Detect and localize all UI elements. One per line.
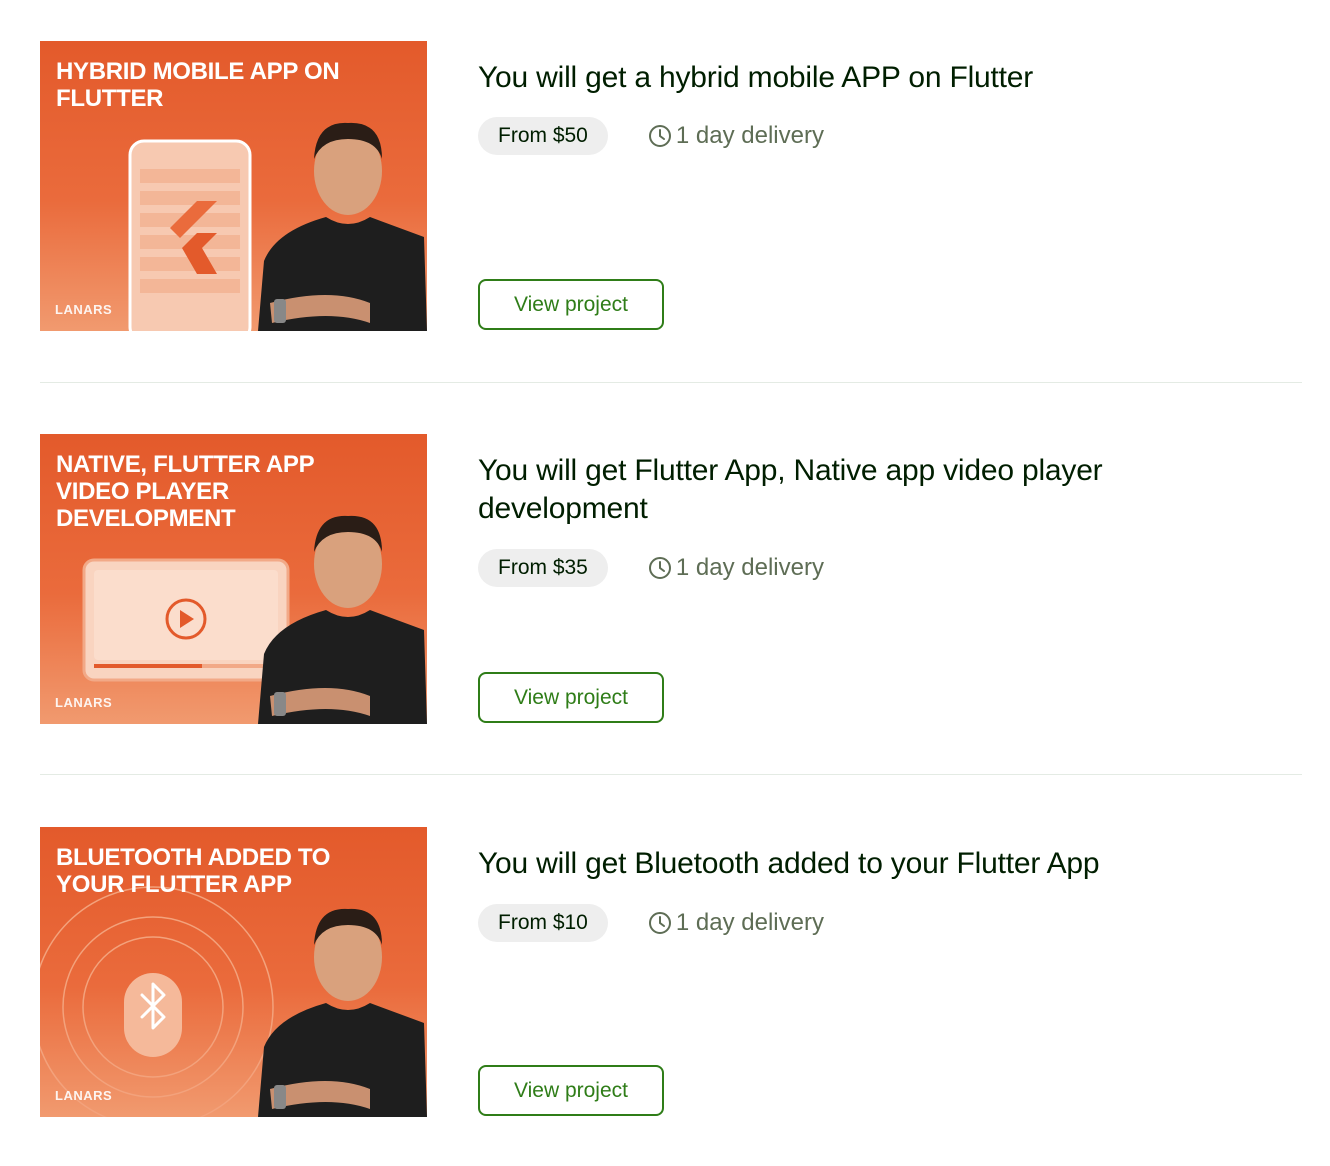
project-card: BLUETOOTH ADDED TO YOUR FLUTTER APP LANA…: [40, 827, 1302, 1117]
project-info: You will get Flutter App, Native app vid…: [478, 434, 1298, 724]
project-info: You will get a hybrid mobile APP on Flut…: [478, 41, 1298, 331]
project-meta: From $10 1 day delivery: [478, 904, 824, 942]
thumbnail-title: HYBRID MOBILE APP ON FLUTTER: [56, 58, 340, 112]
divider: [40, 382, 1302, 383]
clock-icon: [648, 912, 671, 934]
delivery-info: 1 day delivery: [648, 122, 824, 150]
delivery-text: 1 day delivery: [675, 909, 824, 936]
project-thumbnail[interactable]: BLUETOOTH ADDED TO YOUR FLUTTER APP LANA…: [40, 827, 427, 1117]
project-info: You will get Bluetooth added to your Flu…: [478, 827, 1298, 1117]
view-project-button[interactable]: View project: [478, 1065, 664, 1116]
thumbnail-brand-logo: LANARS: [55, 1088, 113, 1103]
view-project-button[interactable]: View project: [478, 672, 664, 723]
delivery-info: 1 day delivery: [648, 909, 824, 937]
project-meta: From $50 1 day delivery: [478, 117, 824, 155]
project-card: HYBRID MOBILE APP ON FLUTTER LANARS You …: [40, 41, 1302, 331]
price-badge: From $35: [478, 549, 608, 587]
price-badge: From $10: [478, 904, 608, 942]
project-meta: From $35 1 day delivery: [478, 549, 824, 587]
price-badge: From $50: [478, 117, 608, 155]
divider: [40, 774, 1302, 775]
delivery-text: 1 day delivery: [675, 554, 824, 581]
project-thumbnail[interactable]: HYBRID MOBILE APP ON FLUTTER LANARS: [40, 41, 427, 331]
clock-icon: [648, 125, 671, 147]
clock-icon: [648, 557, 671, 579]
project-title[interactable]: You will get a hybrid mobile APP on Flut…: [478, 59, 1238, 97]
project-title[interactable]: You will get Flutter App, Native app vid…: [478, 452, 1238, 528]
thumbnail-title: BLUETOOTH ADDED TO YOUR FLUTTER APP: [56, 844, 331, 898]
delivery-text: 1 day delivery: [675, 122, 824, 149]
project-title[interactable]: You will get Bluetooth added to your Flu…: [478, 845, 1238, 883]
delivery-info: 1 day delivery: [648, 554, 824, 582]
project-thumbnail[interactable]: NATIVE, FLUTTER APP VIDEO PLAYER DEVELOP…: [40, 434, 427, 724]
thumbnail-brand-logo: LANARS: [55, 302, 113, 317]
thumbnail-brand-logo: LANARS: [55, 695, 113, 710]
project-card: NATIVE, FLUTTER APP VIDEO PLAYER DEVELOP…: [40, 434, 1302, 724]
thumbnail-title: NATIVE, FLUTTER APP VIDEO PLAYER DEVELOP…: [56, 451, 314, 532]
view-project-button[interactable]: View project: [478, 279, 664, 330]
